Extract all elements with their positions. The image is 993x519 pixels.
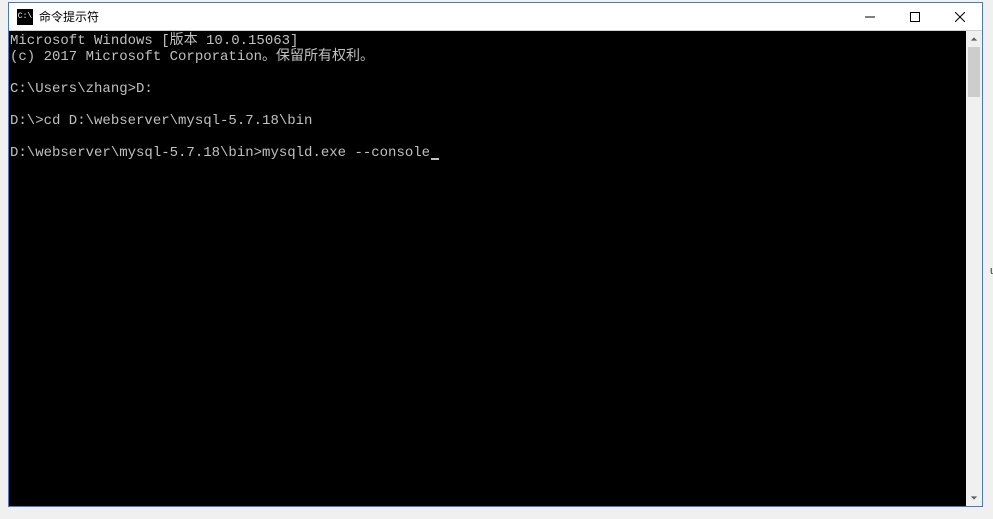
console-line xyxy=(10,97,966,113)
chevron-up-icon xyxy=(970,35,978,43)
vertical-scrollbar[interactable] xyxy=(966,31,982,506)
console-area: Microsoft Windows [版本 10.0.15063](c) 201… xyxy=(9,31,982,506)
titlebar[interactable]: C:\ 命令提示符 xyxy=(9,3,982,31)
scroll-thumb[interactable] xyxy=(968,47,980,97)
console-line xyxy=(10,65,966,81)
console-line xyxy=(10,129,966,145)
maximize-button[interactable] xyxy=(892,3,937,30)
close-button[interactable] xyxy=(937,3,982,30)
scroll-down-button[interactable] xyxy=(966,490,982,506)
console-line: Microsoft Windows [版本 10.0.15063] xyxy=(10,33,966,49)
console-line: D:\>cd D:\webserver\mysql-5.7.18\bin xyxy=(10,113,966,129)
maximize-icon xyxy=(910,12,920,22)
close-icon xyxy=(955,12,965,22)
console-line: (c) 2017 Microsoft Corporation。保留所有权利。 xyxy=(10,49,966,65)
console-line: C:\Users\zhang>D: xyxy=(10,81,966,97)
window-title: 命令提示符 xyxy=(39,8,847,25)
minimize-button[interactable] xyxy=(847,3,892,30)
window-controls xyxy=(847,3,982,30)
chevron-down-icon xyxy=(970,494,978,502)
minimize-icon xyxy=(865,12,875,22)
cursor xyxy=(431,158,439,160)
console-line: D:\webserver\mysql-5.7.18\bin>mysqld.exe… xyxy=(10,145,966,161)
app-icon-label: C:\ xyxy=(18,13,32,21)
terminal-window: C:\ 命令提示符 Microsoft Windows [版本 10.0.150… xyxy=(8,2,983,507)
console-output[interactable]: Microsoft Windows [版本 10.0.15063](c) 201… xyxy=(9,31,966,506)
app-icon: C:\ xyxy=(17,9,33,25)
scroll-up-button[interactable] xyxy=(966,31,982,47)
